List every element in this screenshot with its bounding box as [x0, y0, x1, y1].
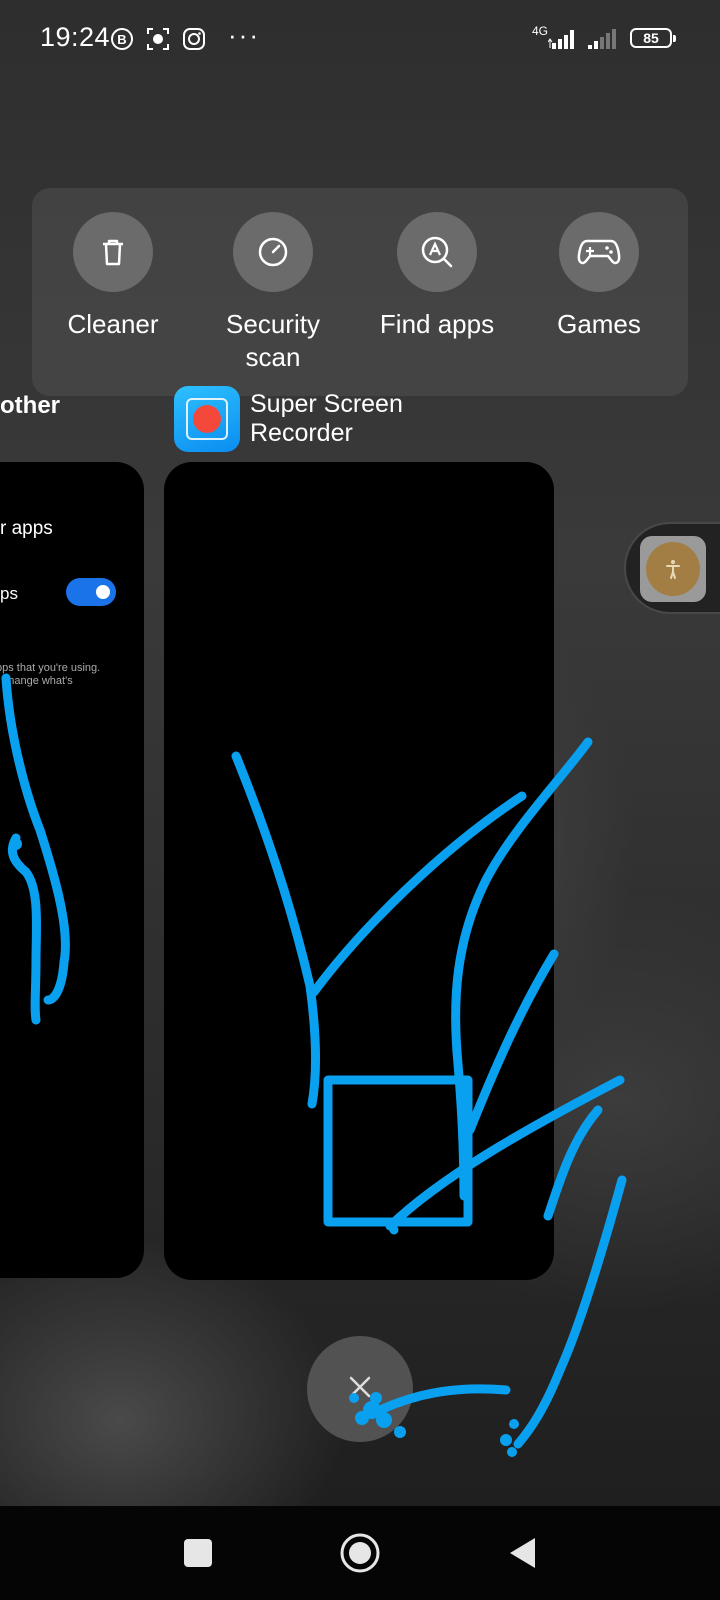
recent-card-super-screen-recorder[interactable] — [164, 462, 554, 1280]
tool-games[interactable]: Games — [524, 212, 674, 341]
navigation-bar — [0, 1506, 720, 1600]
find-apps-icon — [397, 212, 477, 292]
close-icon — [345, 1372, 375, 1407]
tool-label: Games — [557, 309, 641, 339]
recent-card-app-name: Super Screen Recorder — [250, 390, 403, 447]
accessibility-button[interactable] — [640, 536, 706, 602]
tool-find-apps[interactable]: Find apps — [362, 212, 512, 341]
tool-cleaner[interactable]: Cleaner — [38, 212, 188, 341]
b-badge-icon: B — [110, 27, 134, 51]
back-triangle-icon[interactable] — [497, 1528, 547, 1578]
status-bar: 19:24 B ··· 4G 85 — [0, 0, 720, 76]
status-time: 19:24 — [40, 22, 111, 52]
signal-strength-icon-2 — [586, 27, 620, 51]
security-scan-icon — [233, 212, 313, 292]
super-screen-recorder-icon — [174, 386, 240, 452]
quick-tools-panel: Cleaner Security scan Find apps Games — [32, 188, 688, 396]
tool-label: Cleaner — [67, 309, 159, 339]
clear-all-button[interactable] — [307, 1336, 413, 1442]
recent-card-header: Super Screen Recorder — [174, 386, 403, 452]
floating-assistant[interactable] — [624, 522, 720, 614]
gamepad-icon — [559, 212, 639, 292]
card-toggle — [66, 578, 116, 606]
accessibility-icon — [646, 542, 700, 596]
card-text: r apps — [0, 518, 53, 539]
svg-text:B: B — [117, 32, 126, 47]
network-type: 4G — [532, 24, 549, 38]
trash-icon — [73, 212, 153, 292]
recents-screen: 19:24 B ··· 4G 85 Cleaner Security scan … — [0, 0, 720, 1600]
home-circle-icon[interactable] — [335, 1528, 385, 1578]
tool-security-scan[interactable]: Security scan — [198, 212, 348, 374]
card-text: ps — [0, 584, 18, 603]
battery-indicator: 85 — [630, 28, 676, 48]
more-notifications-icon: ··· — [228, 20, 260, 50]
recent-card-left[interactable]: r apps ps pps that you're using. r chang… — [0, 462, 144, 1278]
instagram-icon — [182, 27, 206, 51]
signal-strength-icon-1 — [548, 27, 580, 51]
recent-card-title-left: other — [0, 392, 60, 419]
card-description: pps that you're using. r change what's — [0, 662, 101, 687]
recents-square-icon[interactable] — [173, 1528, 223, 1578]
tool-label: Security scan — [226, 309, 320, 372]
screen-record-icon — [146, 27, 170, 51]
tool-label: Find apps — [379, 309, 495, 339]
